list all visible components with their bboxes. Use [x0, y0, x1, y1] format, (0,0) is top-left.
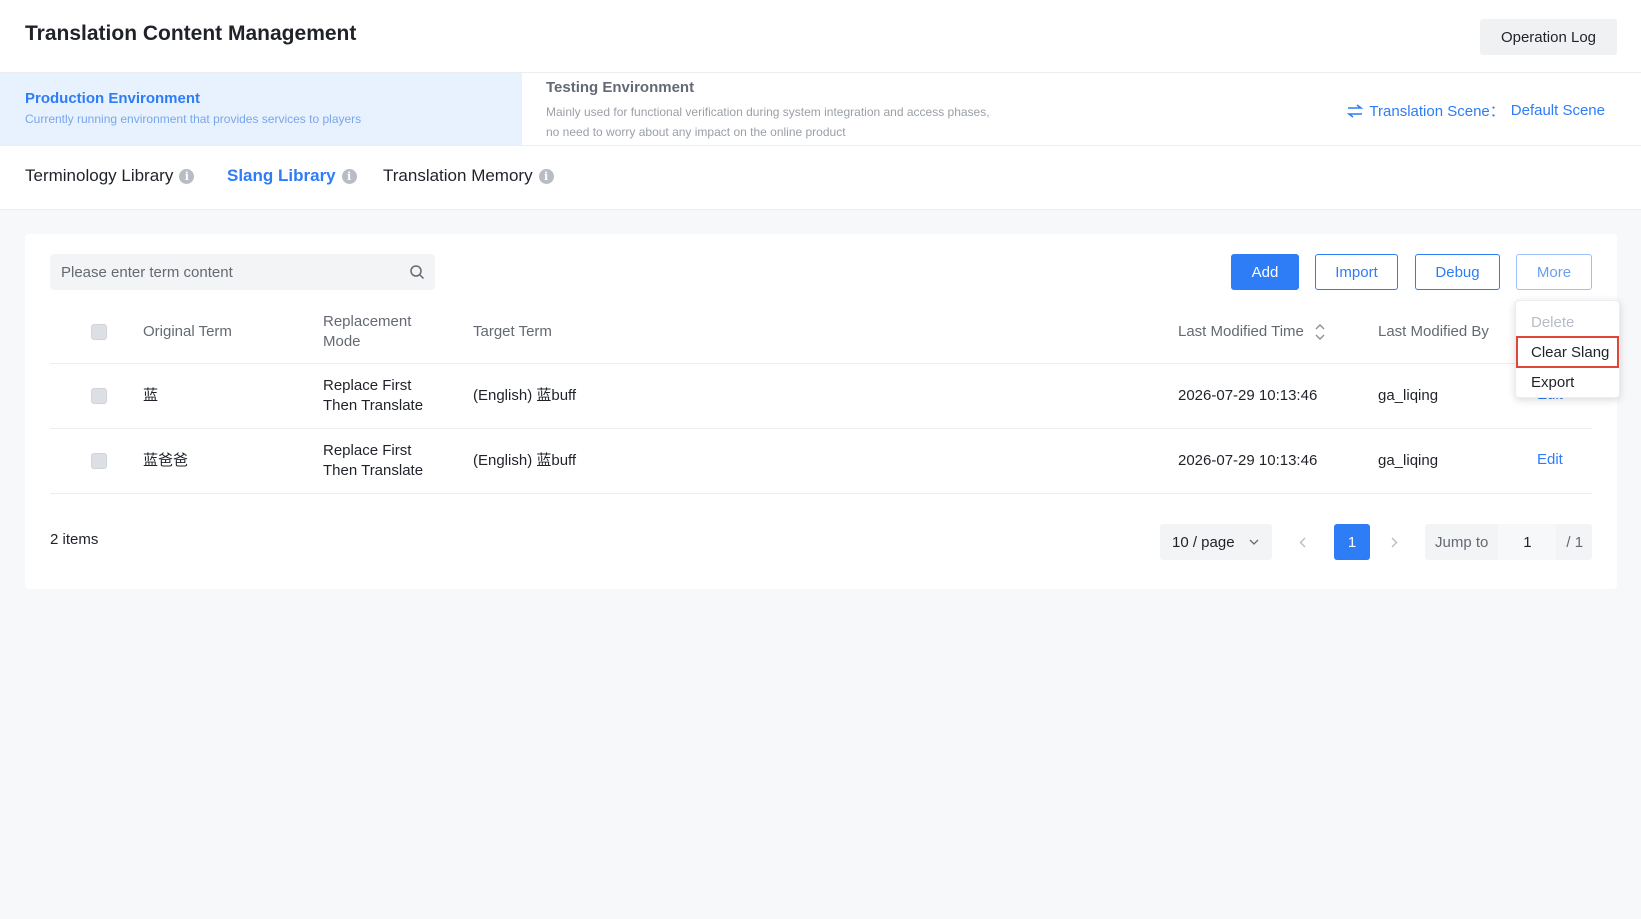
tab-label: Translation Memory	[383, 166, 533, 185]
search-icon[interactable]	[409, 264, 425, 280]
prev-page-button[interactable]	[1287, 524, 1317, 560]
environment-bar: Production Environment Currently running…	[0, 73, 1641, 146]
translation-scene-label: Translation Scene：	[1369, 103, 1505, 120]
page-header: Translation Content Management Operation…	[0, 0, 1641, 73]
jump-page-input[interactable]	[1498, 524, 1557, 560]
cell-target-term: (English) 蓝buff	[473, 387, 577, 404]
col-last-modified-time-label: Last Modified Time	[1178, 323, 1304, 340]
col-last-modified-time[interactable]: Last Modified Time	[1178, 322, 1326, 342]
page-size-value: 10 / page	[1172, 533, 1235, 551]
add-button[interactable]: Add	[1231, 254, 1299, 290]
table-row: 蓝 Replace First Then Translate (English)…	[50, 364, 1592, 429]
cell-target-term: (English) 蓝buff	[473, 452, 577, 469]
menu-item-export[interactable]: Export	[1516, 367, 1619, 397]
cell-replacement-mode: Replace First Then Translate	[323, 377, 424, 414]
env-testing-title: Testing Environment	[546, 79, 695, 96]
total-pages: / 1	[1566, 533, 1584, 551]
next-page-button[interactable]	[1379, 524, 1409, 560]
library-tabs: Terminology Library i Slang Library i Tr…	[0, 146, 1641, 210]
total-items: 2 items	[50, 531, 99, 548]
cell-last-modified-time: 2026-07-29 10:13:46	[1178, 452, 1318, 469]
env-testing-desc: Mainly used for functional verification …	[546, 105, 990, 139]
menu-item-delete[interactable]: Delete	[1516, 307, 1619, 337]
cell-original-term: 蓝爸爸	[143, 452, 189, 469]
debug-button[interactable]: Debug	[1415, 254, 1500, 290]
translation-scene-value: Default Scene	[1510, 102, 1605, 119]
cell-last-modified-time: 2026-07-29 10:13:46	[1178, 387, 1318, 404]
chevron-right-icon	[1391, 537, 1397, 547]
env-production-title: Production Environment	[25, 90, 201, 107]
col-target-term: Target Term	[473, 323, 552, 340]
col-original-term: Original Term	[143, 323, 232, 340]
more-button[interactable]: More	[1516, 254, 1592, 290]
info-icon[interactable]: i	[179, 168, 195, 184]
row-checkbox[interactable]	[91, 388, 107, 404]
env-production-tab[interactable]: Production Environment Currently running…	[0, 73, 522, 145]
page-number-current[interactable]: 1	[1334, 524, 1370, 560]
env-production-desc: Currently running environment that provi…	[25, 112, 362, 126]
menu-item-clear-slang[interactable]: Clear Slang	[1516, 336, 1619, 368]
env-testing-tab[interactable]: Testing Environment Mainly used for func…	[546, 79, 1006, 142]
row-checkbox[interactable]	[91, 453, 107, 469]
tab-label: Slang Library	[227, 166, 336, 185]
page-title: Translation Content Management	[25, 22, 357, 45]
operation-log-button[interactable]: Operation Log	[1480, 19, 1617, 55]
sort-icon[interactable]	[1314, 322, 1326, 342]
table-header: Original Term Replacement Mode Target Te…	[50, 300, 1592, 364]
cell-original-term: 蓝	[143, 387, 159, 404]
jump-label: Jump to	[1435, 533, 1489, 551]
edit-link[interactable]: Edit	[1537, 451, 1563, 468]
tab-label: Terminology Library	[25, 166, 174, 185]
search-input[interactable]	[61, 263, 391, 281]
chevron-down-icon	[1249, 539, 1259, 545]
more-dropdown-menu: Delete Clear Slang Export	[1515, 300, 1620, 398]
select-all-checkbox[interactable]	[91, 324, 107, 340]
cell-last-modified-by: ga_liqing	[1378, 387, 1439, 404]
info-icon[interactable]: i	[538, 168, 554, 184]
translation-scene-switch[interactable]: Translation Scene： Default Scene	[1347, 100, 1605, 121]
search-box	[50, 254, 435, 290]
slang-table-card: Add Import Debug More Original Term Repl…	[25, 234, 1617, 589]
col-last-modified-by: Last Modified By	[1378, 323, 1489, 340]
tab-slang-library[interactable]: Slang Library i	[227, 166, 357, 186]
table-row: 蓝爸爸 Replace First Then Translate (Englis…	[50, 429, 1592, 494]
swap-icon	[1347, 103, 1364, 118]
tab-translation-memory[interactable]: Translation Memory i	[383, 166, 554, 186]
col-replacement-mode: Replacement Mode	[323, 313, 412, 350]
chevron-left-icon	[1299, 537, 1305, 547]
cell-replacement-mode: Replace First Then Translate	[323, 442, 424, 479]
info-icon[interactable]: i	[341, 168, 357, 184]
tab-terminology-library[interactable]: Terminology Library i	[25, 166, 195, 186]
import-button[interactable]: Import	[1315, 254, 1398, 290]
cell-last-modified-by: ga_liqing	[1378, 452, 1439, 469]
page-size-select[interactable]: 10 / page	[1160, 524, 1272, 560]
jump-to-page: Jump to / 1	[1425, 524, 1592, 560]
